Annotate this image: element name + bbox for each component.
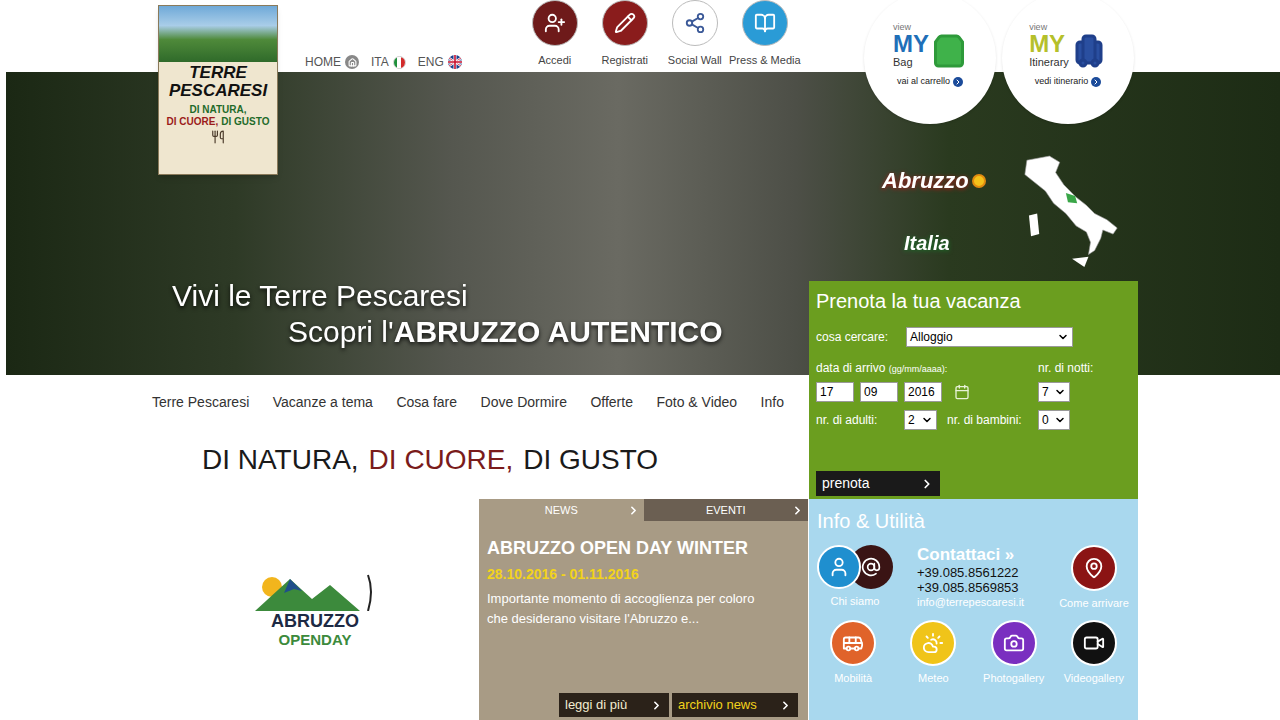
language-link[interactable]: HOME xyxy=(305,53,359,71)
shopping-bag-icon xyxy=(931,33,967,69)
contact-block[interactable]: Contattaci »+39.085.8561222+39.085.85698… xyxy=(917,545,1024,609)
sun-icon xyxy=(972,174,986,188)
book-button[interactable]: prenota xyxy=(816,471,940,496)
dropdown-arrow-icon xyxy=(1054,386,1066,398)
dropdown-arrow-icon xyxy=(1057,331,1069,343)
phone-number: +39.085.8561222 xyxy=(917,565,1024,580)
calendar-icon[interactable] xyxy=(954,384,970,400)
tile-icon xyxy=(1003,632,1025,654)
nav-item[interactable]: Foto & Video xyxy=(656,392,737,412)
tile-icon xyxy=(1083,632,1105,654)
tile-icon xyxy=(842,632,864,654)
booking-panel: Prenota la tua vacanzacosa cercare:Allog… xyxy=(809,281,1138,499)
info-tile[interactable]: Mobilità xyxy=(813,620,893,687)
info-panel: Info & Utilità Chi siamo Contattaci »+39.0… xyxy=(809,499,1138,720)
home-icon xyxy=(345,55,359,69)
phone-number: +39.085.8569853 xyxy=(917,580,1024,595)
main-column: Terre Pescaresi Vacanze a tema Cosa fare Do… xyxy=(6,375,809,720)
action-icon xyxy=(614,12,636,34)
children-select[interactable]: 0 xyxy=(1038,410,1070,430)
search-type-select[interactable]: Alloggio xyxy=(906,327,1073,347)
arrow-icon xyxy=(953,77,963,87)
news-panel: NEWSEVENTI ABRUZZO OPEN DAY WINTER 28.10.2… xyxy=(479,499,808,720)
action-icon xyxy=(754,12,776,34)
top-action[interactable]: Accedi xyxy=(522,0,588,69)
top-action[interactable]: Registrati xyxy=(592,0,658,69)
info-tile[interactable]: Videogallery xyxy=(1054,620,1134,687)
action-icon xyxy=(684,12,706,34)
content-row: ABRUZZOOPENDAY NEWSEVENTI ABRUZZO OPEN DAY… xyxy=(6,499,809,720)
arrival-day-input[interactable]: 17 xyxy=(816,382,854,402)
booking-title: Prenota la tua vacanza xyxy=(816,289,1131,313)
main-nav: Terre Pescaresi Vacanze a tema Cosa fare Do… xyxy=(152,392,784,412)
dropdown-arrow-icon xyxy=(1054,414,1066,426)
tile-icon xyxy=(922,632,944,654)
top-action[interactable]: Press & Media xyxy=(732,0,798,69)
map-pin-icon xyxy=(1083,557,1105,579)
chevron-icon xyxy=(920,477,934,491)
open-day-area: ABRUZZOOPENDAY xyxy=(6,499,479,720)
nav-item[interactable]: Dove Dormire xyxy=(481,392,567,412)
hero-tagline: Vivi le Terre PescaresiScopri l'ABRUZZO … xyxy=(172,278,723,350)
chevron-icon xyxy=(627,504,640,517)
nav-item[interactable]: Vacanze a tema xyxy=(273,392,373,412)
lower-section: Terre Pescaresi Vacanze a tema Cosa fare Do… xyxy=(0,375,1280,720)
uk-flag-icon xyxy=(448,55,462,69)
mountain-logo-icon xyxy=(250,571,380,611)
news-tabs: NEWSEVENTI xyxy=(479,499,808,521)
cutlery-icon xyxy=(211,130,225,144)
email-address: info@terrepescaresi.it xyxy=(917,595,1024,609)
suitcase-icon xyxy=(1071,33,1107,69)
arrival-month-input[interactable]: 09 xyxy=(860,382,898,402)
abruzzo-brand-logo: Abruzzo xyxy=(882,164,986,197)
news-archive-button[interactable]: archivio news xyxy=(672,693,798,717)
nav-item[interactable]: Cosa fare xyxy=(396,392,457,412)
dropdown-arrow-icon xyxy=(921,414,933,426)
top-actions: AccediRegistratiSocial WallPress & Media xyxy=(522,0,798,69)
language-links: HOME ITA ENG xyxy=(305,53,462,71)
chevron-icon xyxy=(791,504,804,517)
news-date: 28.10.2016 - 01.11.2016 xyxy=(487,565,800,583)
logo-title: TERRE PESCARESI xyxy=(159,64,277,100)
action-icon xyxy=(544,12,566,34)
arrival-year-input[interactable]: 2016 xyxy=(904,382,942,402)
info-tile[interactable]: Chi siamo xyxy=(813,545,897,610)
read-more-button[interactable]: leggi di più xyxy=(559,693,669,717)
nav-item[interactable]: Info xyxy=(761,392,784,412)
news-title: ABRUZZO OPEN DAY WINTER xyxy=(487,537,800,559)
person-icon xyxy=(828,556,850,578)
tagline: DI NATURA,DI CUORE,DI GUSTO xyxy=(202,440,809,480)
italy-map-icon xyxy=(1018,152,1122,270)
chevron-icon xyxy=(650,699,663,712)
language-link[interactable]: ITA xyxy=(371,53,406,71)
email-icon xyxy=(861,557,881,577)
italian-flag-icon xyxy=(393,56,406,69)
news-excerpt: Importante momento di accoglienza per co… xyxy=(487,589,757,629)
site-logo[interactable]: TERRE PESCARESI DI NATURA,DI CUORE,DI GUS… xyxy=(158,5,278,175)
chevron-icon xyxy=(779,699,792,712)
info-title: Info & Utilità xyxy=(817,509,1134,533)
arrow-icon xyxy=(1091,77,1101,87)
open-day-logo[interactable]: ABRUZZOOPENDAY xyxy=(244,571,386,648)
language-link[interactable]: ENG xyxy=(418,53,462,71)
page: TERRE PESCARESI DI NATURA,DI CUORE,DI GUS… xyxy=(0,0,1280,720)
news-tab[interactable]: EVENTI xyxy=(644,499,809,521)
info-tile[interactable]: Meteo xyxy=(893,620,973,687)
info-tile[interactable]: Come arrivare xyxy=(1054,545,1134,612)
info-tile[interactable]: Photogallery xyxy=(974,620,1054,687)
news-tab[interactable]: NEWS xyxy=(479,499,644,521)
italia-brand-logo: Italia xyxy=(904,228,950,258)
nav-item[interactable]: Offerte xyxy=(590,392,633,412)
logo-motto: DI NATURA,DI CUORE,DI GUSTO xyxy=(159,104,277,128)
adults-select[interactable]: 2 xyxy=(904,410,937,430)
nav-item[interactable]: Terre Pescaresi xyxy=(152,392,249,412)
side-column: Prenota la tua vacanzacosa cercare:Allog… xyxy=(809,281,1138,720)
nights-select[interactable]: 7 xyxy=(1038,382,1070,402)
top-action[interactable]: Social Wall xyxy=(662,0,728,69)
